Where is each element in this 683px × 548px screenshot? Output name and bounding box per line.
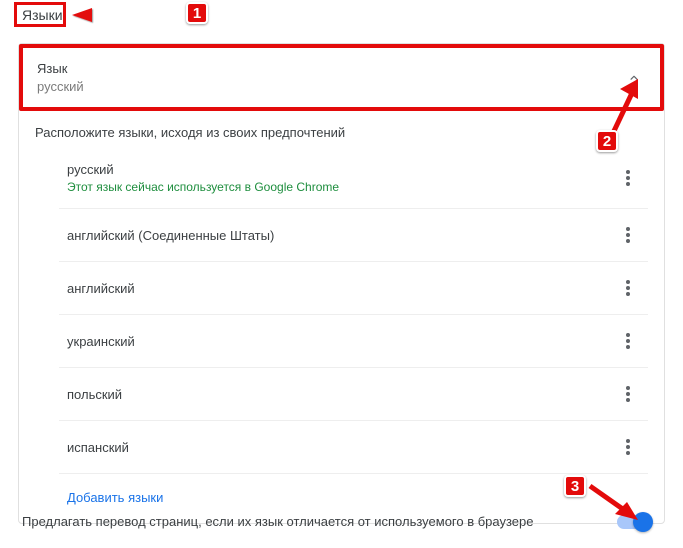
translate-toggle-label: Предлагать перевод страниц, если их язык… [22, 514, 534, 529]
more-icon[interactable] [616, 166, 640, 190]
annotation-arrow-1 [72, 6, 182, 24]
language-header-label: Язык [37, 60, 84, 78]
language-card: Язык русский Расположите языки, исходя и… [18, 43, 665, 524]
language-header-text: Язык русский [37, 60, 84, 95]
more-icon[interactable] [616, 223, 640, 247]
more-icon[interactable] [616, 276, 640, 300]
language-instruction: Расположите языки, исходя из своих предп… [35, 125, 648, 140]
language-row: английский (Соединенные Штаты) [59, 209, 648, 262]
language-card-body: Расположите языки, исходя из своих предп… [19, 111, 664, 523]
language-row: русский Этот язык сейчас используется в … [59, 148, 648, 209]
annotation-badge-1: 1 [186, 2, 208, 24]
annotation-arrow-3 [585, 480, 640, 525]
annotation-box-1 [14, 2, 66, 27]
language-row: испанский [59, 421, 648, 474]
language-row: польский [59, 368, 648, 421]
language-name: английский [67, 281, 135, 296]
language-name: русский [67, 162, 339, 177]
language-header[interactable]: Язык русский [19, 44, 664, 111]
more-icon[interactable] [616, 382, 640, 406]
annotation-badge-2: 2 [596, 130, 618, 152]
more-icon[interactable] [616, 329, 640, 353]
translate-toggle-row: Предлагать перевод страниц, если их язык… [18, 508, 665, 535]
language-name: английский (Соединенные Штаты) [67, 228, 274, 243]
annotation-badge-3: 3 [564, 475, 586, 497]
language-row: английский [59, 262, 648, 315]
language-name: украинский [67, 334, 135, 349]
more-icon[interactable] [616, 435, 640, 459]
language-info: русский Этот язык сейчас используется в … [67, 162, 339, 194]
language-name: польский [67, 387, 122, 402]
language-subtext: Этот язык сейчас используется в Google C… [67, 180, 339, 194]
language-name: испанский [67, 440, 129, 455]
language-row: украинский [59, 315, 648, 368]
language-header-value: русский [37, 78, 84, 96]
